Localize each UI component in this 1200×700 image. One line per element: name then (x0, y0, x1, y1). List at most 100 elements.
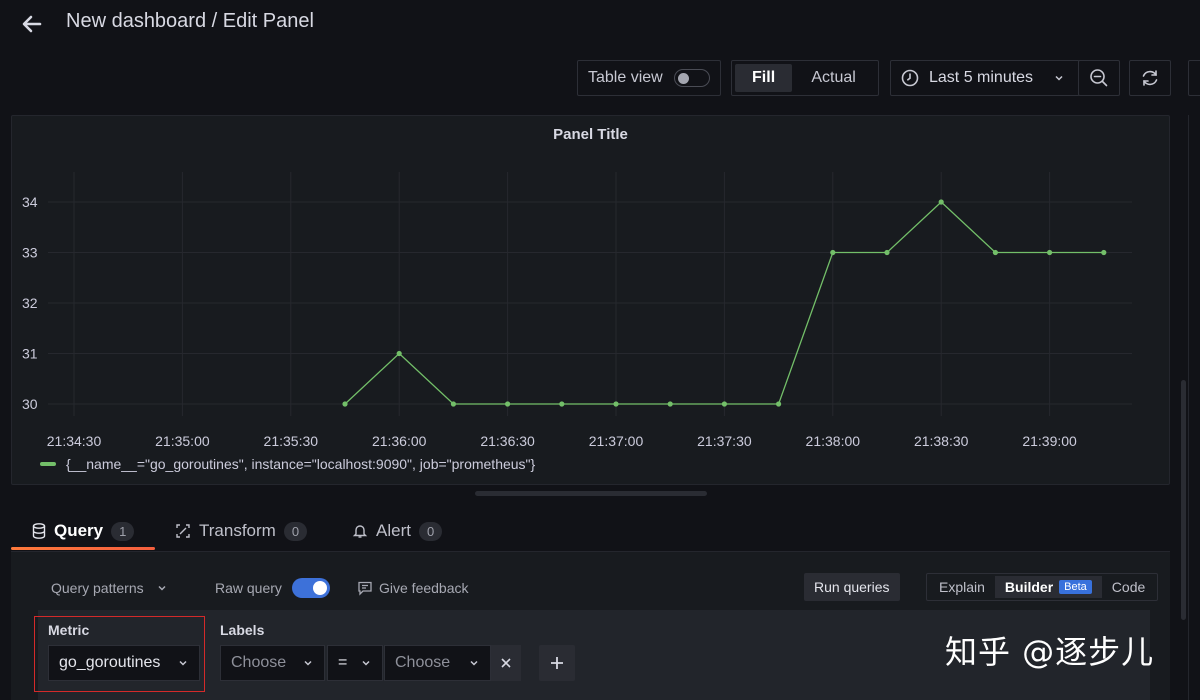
table-view-label: Table view (588, 69, 663, 86)
x-tick-label: 21:34:30 (47, 433, 102, 449)
chevron-down-icon (1055, 75, 1063, 81)
data-point (721, 401, 728, 407)
chevron-down-icon (362, 660, 370, 666)
refresh-button[interactable] (1129, 60, 1171, 96)
time-series-chart: 30 31 32 33 34 21:34:30 21:35:00 21:35:30 21:36:… (22, 172, 1132, 449)
zoom-out-icon (1090, 69, 1108, 87)
x-tick-label: 21:35:30 (264, 433, 319, 449)
metric-label: Metric (48, 622, 90, 638)
tab-transform-label: Transform (199, 521, 276, 540)
data-point (667, 401, 673, 407)
plus-icon (551, 657, 563, 669)
beta-badge: Beta (1059, 580, 1092, 594)
watermark: 知乎 @逐步儿 (945, 633, 1155, 671)
raw-query-toggle[interactable]: Raw query (215, 574, 330, 602)
page-title: New dashboard / Edit Panel (66, 10, 314, 32)
x-tick-label: 21:39:00 (1022, 433, 1077, 449)
label-key-select[interactable]: Choose (220, 645, 325, 681)
raw-query-label: Raw query (215, 580, 282, 596)
tab-alert-count: 0 (418, 521, 443, 541)
mode-code[interactable]: Code (1102, 576, 1155, 598)
data-point (1047, 249, 1053, 256)
toolbar-overflow (1188, 60, 1200, 96)
active-tab-indicator (11, 547, 155, 550)
fill-actual-toggle[interactable]: Fill Actual (731, 60, 879, 96)
time-range-label: Last 5 minutes (929, 69, 1034, 86)
data-point (830, 249, 836, 256)
y-tick-label: 30 (22, 396, 38, 412)
metric-value: go_goroutines (59, 654, 161, 671)
tab-query-label: Query (54, 521, 104, 540)
give-feedback-label: Give feedback (379, 580, 469, 596)
table-view-toggle[interactable]: Table view (577, 60, 721, 96)
label-operator-value: = (338, 654, 348, 671)
tab-alert-label: Alert (376, 521, 411, 540)
editor-mode-toggle[interactable]: Explain Builder Beta Code (926, 573, 1159, 601)
x-tick-label: 21:36:00 (372, 433, 427, 449)
y-tick-label: 31 (22, 346, 38, 362)
data-point (776, 401, 782, 407)
mode-builder[interactable]: Builder Beta (994, 576, 1102, 598)
raw-query-switch[interactable] (291, 578, 330, 598)
add-label-button[interactable] (539, 645, 575, 681)
tab-alert[interactable]: Alert 0 (352, 515, 443, 547)
label-key-placeholder: Choose (231, 654, 287, 671)
x-tick-label: 21:38:00 (806, 433, 861, 449)
data-point (505, 401, 511, 407)
metric-select[interactable]: go_goroutines (48, 645, 200, 681)
query-patterns-label: Query patterns (51, 580, 144, 596)
label-value-select[interactable]: Choose (384, 645, 491, 681)
back-button[interactable] (14, 6, 50, 42)
x-tick-label: 21:36:30 (480, 433, 535, 449)
time-range-picker[interactable]: Last 5 minutes (890, 60, 1080, 96)
fill-option[interactable]: Fill (735, 64, 793, 92)
tab-query-count: 1 (111, 521, 135, 541)
chevron-down-icon (470, 660, 478, 666)
data-point (938, 199, 944, 205)
tab-query[interactable]: Query 1 (32, 515, 135, 547)
panel-resize-handle[interactable] (475, 491, 707, 496)
remove-label-button[interactable] (491, 645, 521, 681)
mode-explain[interactable]: Explain (929, 576, 995, 598)
chart-legend[interactable]: {__name__="go_goroutines", instance="loc… (40, 456, 535, 472)
data-point (396, 350, 402, 357)
chevron-down-icon (158, 585, 166, 591)
run-queries-button[interactable]: Run queries (804, 573, 900, 601)
y-tick-label: 33 (22, 245, 38, 261)
database-icon (32, 523, 46, 539)
legend-swatch (40, 462, 56, 466)
data-point (992, 249, 999, 256)
tab-transform-count: 0 (283, 521, 308, 541)
right-pane-edge (1188, 115, 1200, 700)
comment-icon (358, 581, 372, 596)
data-point (559, 401, 565, 407)
arrow-left-icon (22, 15, 42, 33)
data-point (884, 249, 890, 256)
x-tick-label: 21:38:30 (914, 433, 969, 449)
tab-transform[interactable]: Transform 0 (175, 515, 308, 547)
legend-label: {__name__="go_goroutines", instance="loc… (66, 456, 536, 472)
x-tick-label: 21:37:00 (589, 433, 644, 449)
mode-builder-label: Builder (1004, 579, 1054, 595)
data-point (342, 401, 348, 407)
query-editor: Query patterns Raw query Give feedback R… (11, 551, 1170, 700)
label-value-placeholder: Choose (395, 654, 451, 671)
y-tick-label: 32 (22, 295, 38, 311)
actual-option[interactable]: Actual (792, 64, 875, 92)
chevron-down-icon (179, 660, 187, 666)
give-feedback-link[interactable]: Give feedback (357, 574, 469, 602)
panel-preview: Panel Title 30 31 32 33 34 21:34:30 21:35:00 21… (11, 115, 1170, 485)
query-patterns-dropdown[interactable]: Query patterns (51, 574, 168, 602)
labels-label: Labels (220, 622, 265, 638)
data-point (613, 401, 619, 407)
transform-icon (176, 524, 190, 538)
scrollbar[interactable] (1181, 380, 1186, 620)
clock-icon (901, 69, 919, 87)
close-icon (501, 658, 511, 668)
label-operator-select[interactable]: = (327, 645, 383, 681)
table-view-switch[interactable] (674, 69, 710, 87)
chevron-down-icon (304, 660, 312, 666)
refresh-icon (1142, 70, 1158, 86)
zoom-out-button[interactable] (1078, 60, 1120, 96)
data-point (450, 401, 456, 407)
